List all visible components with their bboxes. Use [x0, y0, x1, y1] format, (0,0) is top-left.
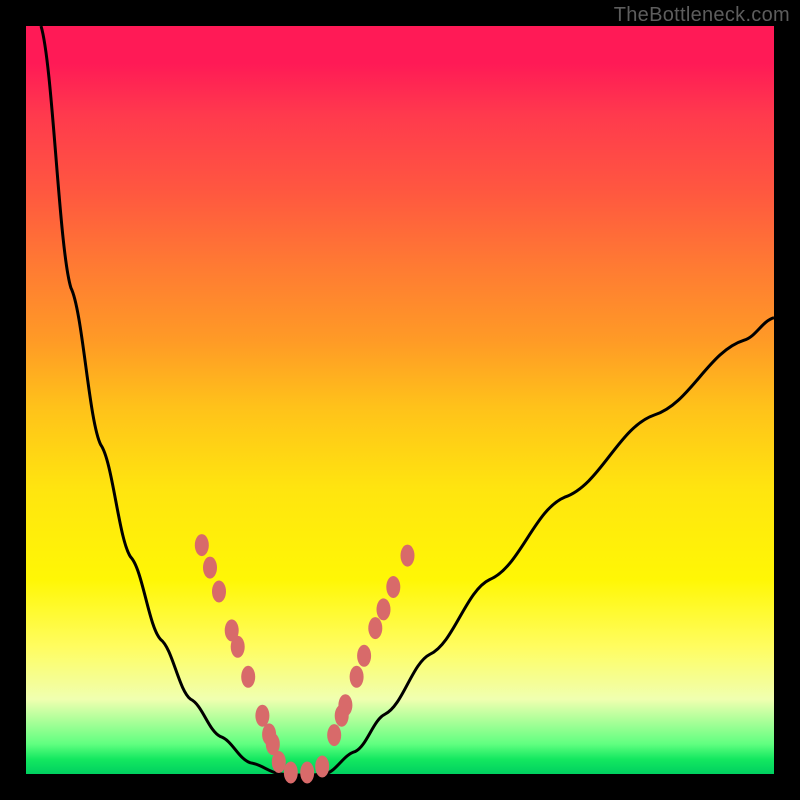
- data-marker: [377, 598, 391, 620]
- data-marker: [272, 751, 286, 773]
- data-marker: [401, 545, 415, 567]
- data-marker: [300, 762, 314, 784]
- data-marker: [327, 724, 341, 746]
- data-marker: [357, 645, 371, 667]
- chart-frame: TheBottleneck.com: [0, 0, 800, 800]
- plot-area: [26, 26, 774, 774]
- data-marker: [212, 581, 226, 603]
- data-marker: [241, 666, 255, 688]
- data-marker: [203, 557, 217, 579]
- data-marker: [255, 705, 269, 727]
- data-marker: [386, 576, 400, 598]
- data-markers: [195, 534, 415, 783]
- data-marker: [195, 534, 209, 556]
- data-marker: [231, 636, 245, 658]
- curve-right: [325, 318, 774, 774]
- data-marker: [368, 617, 382, 639]
- curve-left: [41, 26, 280, 774]
- data-marker: [284, 762, 298, 784]
- watermark-text: TheBottleneck.com: [614, 4, 790, 27]
- curve-layer: [26, 26, 774, 774]
- data-marker: [338, 694, 352, 716]
- data-marker: [350, 666, 364, 688]
- data-marker: [315, 756, 329, 778]
